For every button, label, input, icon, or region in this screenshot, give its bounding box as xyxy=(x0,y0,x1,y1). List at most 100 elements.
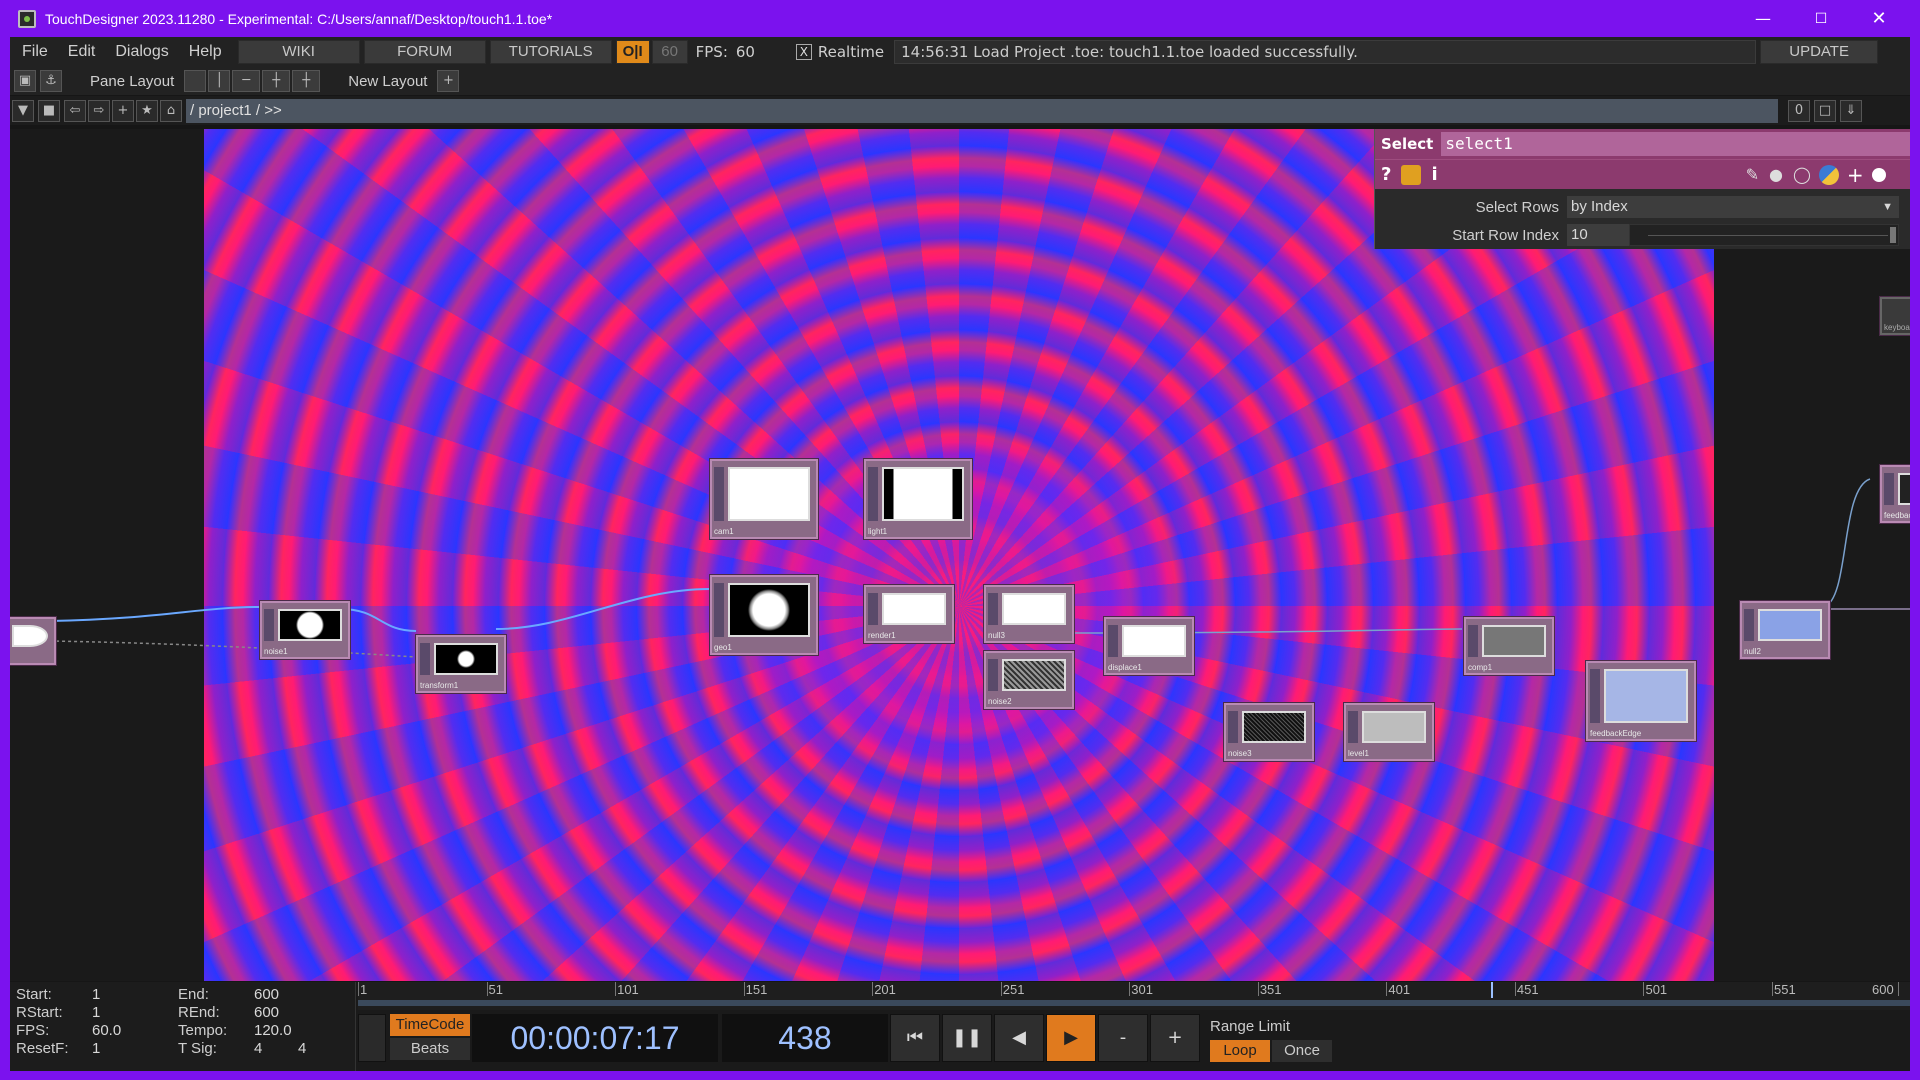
node-level1[interactable]: level1 xyxy=(1344,703,1434,761)
timecode-toggle[interactable]: TimeCode xyxy=(390,1014,470,1036)
node-null3[interactable]: null3 xyxy=(984,585,1074,643)
timeline-tick-label: 551 xyxy=(1774,982,1796,997)
once-toggle[interactable]: Once xyxy=(1272,1040,1332,1062)
timeline-side-strip xyxy=(358,1014,386,1062)
pause-button[interactable]: ❚❚ xyxy=(942,1014,992,1062)
fps-setting-value[interactable]: 60.0 xyxy=(92,1022,121,1039)
menu-dialogs[interactable]: Dialogs xyxy=(105,43,178,61)
info-icon[interactable]: i xyxy=(1431,164,1437,185)
tag-icon[interactable]: ◯ xyxy=(1793,165,1811,184)
download-icon[interactable]: ⇓ xyxy=(1840,99,1862,122)
node-noise1[interactable]: noise1 xyxy=(260,601,350,659)
fps-cap[interactable]: 60 xyxy=(651,40,688,64)
add-param-icon[interactable]: + xyxy=(1847,163,1864,187)
node-feedbackEdge[interactable]: feedbackEdge xyxy=(1586,661,1696,741)
comment-icon[interactable]: ● xyxy=(1769,165,1783,184)
playhead[interactable] xyxy=(1491,982,1493,998)
wiki-button[interactable]: WIKI xyxy=(237,40,360,64)
node-partial-left[interactable] xyxy=(10,617,56,665)
minimize-button[interactable]: — xyxy=(1750,6,1776,32)
start-row-index-slider[interactable] xyxy=(1629,224,1899,246)
loop-toggle[interactable]: Loop xyxy=(1210,1040,1270,1062)
image-icon[interactable]: ▣ xyxy=(14,70,36,92)
tsig-b-value[interactable]: 4 xyxy=(298,1040,306,1057)
stop-icon[interactable]: ■ xyxy=(38,99,60,122)
menu-help[interactable]: Help xyxy=(179,43,232,61)
network-editor[interactable]: noise1 transform1 cam1 light1 geo1 rende… xyxy=(10,129,1910,981)
node-light1[interactable]: light1 xyxy=(864,459,972,539)
timecode-display[interactable]: 00:00:07:17 xyxy=(472,1014,718,1062)
forum-button[interactable]: FORUM xyxy=(363,40,486,64)
parameter-panel: Select select1 ? i ✎ ● ◯ + Select Rows b… xyxy=(1374,129,1910,249)
chevron-down-icon[interactable]: ▼ xyxy=(12,99,34,122)
node-noise2[interactable]: noise2 xyxy=(984,651,1074,709)
rend-value[interactable]: 600 xyxy=(254,1004,279,1021)
update-button[interactable]: UPDATE xyxy=(1760,40,1879,64)
home-icon[interactable]: ⌂ xyxy=(160,99,182,122)
star-icon[interactable]: ★ xyxy=(136,99,158,122)
layout-three-icon[interactable]: ┼ xyxy=(262,70,291,92)
edit-icon[interactable]: ✎ xyxy=(1746,165,1759,184)
forward-icon[interactable]: ⇨ xyxy=(88,99,110,122)
node-comp1[interactable]: comp1 xyxy=(1464,617,1554,675)
back-icon[interactable]: ⇦ xyxy=(64,99,86,122)
select-rows-dropdown[interactable]: by Index ▼ xyxy=(1567,196,1899,218)
node-noise3[interactable]: noise3 xyxy=(1224,703,1314,761)
node-displace1[interactable]: displace1 xyxy=(1104,617,1194,675)
pane-layout-label: Pane Layout xyxy=(90,72,175,90)
timeline-tick-label: 301 xyxy=(1131,982,1153,997)
oi-toggle[interactable]: O|I xyxy=(615,40,650,64)
rewind-button[interactable]: ⏮ xyxy=(890,1014,940,1062)
dot-icon[interactable] xyxy=(1871,167,1886,182)
layout-split-v-icon[interactable]: │ xyxy=(208,70,231,92)
realtime-checkbox[interactable]: X xyxy=(795,44,812,60)
pane-toolbar: ▣ ⚓ Pane Layout │ ─ ┼ ┼ New Layout + xyxy=(10,67,1910,95)
node-null2[interactable]: null2 xyxy=(1740,601,1830,659)
play-reverse-button[interactable]: ◀ xyxy=(994,1014,1044,1062)
maximize-button[interactable]: ☐ xyxy=(1808,6,1834,32)
layout-split-h-icon[interactable]: ─ xyxy=(232,70,261,92)
timeline-tick xyxy=(615,982,617,996)
step-back-button[interactable]: - xyxy=(1098,1014,1148,1062)
start-row-index-field[interactable]: 10 xyxy=(1567,224,1629,246)
rstart-value[interactable]: 1 xyxy=(92,1004,100,1021)
end-value[interactable]: 600 xyxy=(254,986,279,1003)
tsig-a-value[interactable]: 4 xyxy=(254,1040,262,1057)
timeline-range-bar[interactable] xyxy=(358,1000,1910,1006)
layout-single-icon[interactable] xyxy=(184,70,207,92)
play-button[interactable]: ▶ xyxy=(1046,1014,1096,1062)
start-value[interactable]: 1 xyxy=(92,986,100,1003)
node-keyboard-partial[interactable]: keyboar xyxy=(1880,297,1910,335)
network-path[interactable]: / project1 / >> xyxy=(186,98,1778,123)
timeline-tick-label: 1 xyxy=(360,982,368,997)
help-icon[interactable]: ? xyxy=(1381,164,1391,185)
node-render1[interactable]: render1 xyxy=(864,585,954,643)
python-help-icon[interactable] xyxy=(1401,164,1422,185)
node-feedback-partial[interactable]: feedbac xyxy=(1880,465,1910,523)
menu-file[interactable]: File xyxy=(10,43,58,61)
anchor-icon[interactable]: ⚓ xyxy=(40,70,62,92)
node-geo1[interactable]: geo1 xyxy=(710,575,818,655)
window-title: TouchDesigner 2023.11280 - Experimental:… xyxy=(45,10,553,27)
maximize-pane-icon[interactable]: □ xyxy=(1814,99,1836,122)
add-icon[interactable]: + xyxy=(112,99,134,122)
op-name-field[interactable]: select1 xyxy=(1441,132,1910,156)
beats-toggle[interactable]: Beats xyxy=(390,1038,470,1060)
tutorials-button[interactable]: TUTORIALS xyxy=(489,40,612,64)
resetf-value[interactable]: 1 xyxy=(92,1040,100,1057)
close-button[interactable]: ✕ xyxy=(1866,6,1892,32)
timeline-tick-label: 151 xyxy=(745,982,768,997)
step-forward-button[interactable]: + xyxy=(1150,1014,1200,1062)
timeline-tick-label: 600 xyxy=(1872,982,1894,997)
tempo-value[interactable]: 120.0 xyxy=(254,1022,292,1039)
menu-edit[interactable]: Edit xyxy=(58,43,106,61)
node-cam1[interactable]: cam1 xyxy=(710,459,818,539)
python-icon[interactable] xyxy=(1818,164,1839,185)
frame-display[interactable]: 438 xyxy=(722,1014,888,1062)
node-transform1[interactable]: transform1 xyxy=(416,635,506,693)
menu-bar: File Edit Dialogs Help WIKI FORUM TUTORI… xyxy=(10,37,1910,67)
time-settings: Start: 1 RStart: 1 FPS: 60.0 ResetF: 1 E… xyxy=(10,982,356,1071)
add-layout-icon[interactable]: + xyxy=(437,70,460,92)
timeline-tick xyxy=(358,982,359,996)
layout-four-icon[interactable]: ┼ xyxy=(292,70,321,92)
